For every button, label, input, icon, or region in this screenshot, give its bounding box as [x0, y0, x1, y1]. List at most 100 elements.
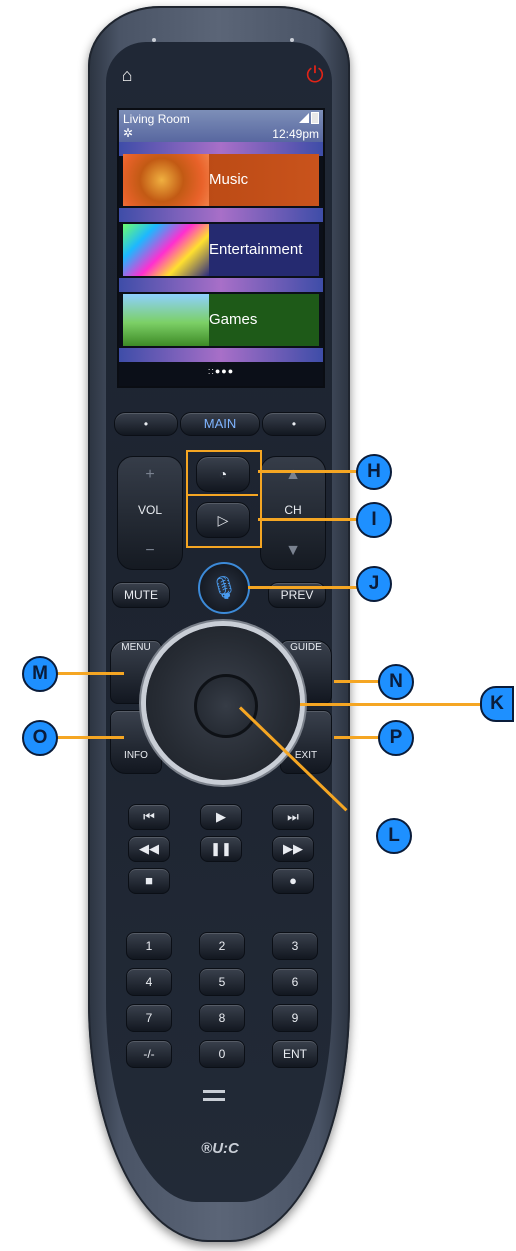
keypad-label: 6	[291, 975, 299, 989]
channel-up-button[interactable]: ▲	[261, 457, 325, 493]
tile-label: Entertainment	[209, 241, 303, 258]
activity-tile-games[interactable]: Games	[123, 294, 319, 346]
record-icon: ●	[289, 873, 297, 888]
prev-label: PREV	[280, 588, 314, 602]
skip-forward-button[interactable]: ⏭	[272, 804, 314, 830]
microphone-icon: 🎙	[210, 575, 238, 600]
callout-badge: H	[356, 454, 392, 490]
entertainment-thumbnail	[123, 224, 209, 276]
keypad-label: 9	[291, 1011, 299, 1025]
room-name: Living Room	[123, 112, 190, 126]
activity-tile-entertainment[interactable]: Entertainment	[123, 224, 319, 276]
activity-tile-music[interactable]: Music	[123, 154, 319, 206]
callout-line-m	[56, 672, 124, 675]
keypad-button[interactable]: 7	[126, 1004, 172, 1032]
speaker-grille	[203, 1090, 225, 1093]
play-icon: ▶	[216, 809, 226, 824]
keypad-label: 1	[145, 939, 153, 953]
callout-line-i	[258, 518, 358, 521]
keypad-label: 0	[218, 1047, 226, 1061]
home-icon[interactable]: ⌂	[116, 64, 138, 86]
music-thumbnail	[123, 154, 209, 206]
keypad-button[interactable]: 1	[126, 932, 172, 960]
exit-label: EXIT	[294, 750, 318, 761]
ir-sensor	[152, 38, 156, 42]
pause-button[interactable]: ❚❚	[200, 836, 242, 862]
left-soft-button[interactable]: •	[114, 412, 178, 436]
voice-button[interactable]: 🎙	[198, 562, 250, 614]
keypad-button[interactable]: 6	[272, 968, 318, 996]
guide-label: GUIDE	[290, 642, 322, 653]
keypad-button[interactable]: ENT	[272, 1040, 318, 1068]
power-icon[interactable]: ⏻	[302, 62, 328, 88]
keypad-button[interactable]: 2	[199, 932, 245, 960]
gauge-button[interactable]: ◔	[196, 456, 250, 492]
keypad-button[interactable]: 9	[272, 1004, 318, 1032]
volume-down-button[interactable]: −	[118, 533, 182, 569]
record-button[interactable]: ●	[272, 868, 314, 894]
games-thumbnail	[123, 294, 209, 346]
touch-screen[interactable]: Living Room ✲ 12:49pm Music Entertainmen…	[117, 108, 325, 388]
callout-badge: I	[356, 502, 392, 538]
play-button[interactable]: ▶	[200, 804, 242, 830]
callout-line-k	[300, 703, 482, 706]
mute-button[interactable]: MUTE	[112, 582, 170, 608]
main-label: MAIN	[203, 416, 237, 431]
decor-band	[119, 278, 323, 292]
mute-label: MUTE	[124, 588, 158, 602]
channel-down-button[interactable]: ▼	[261, 533, 325, 569]
keypad-button[interactable]: 3	[272, 932, 318, 960]
callout-line-j	[248, 586, 358, 589]
keypad-label: 2	[218, 939, 226, 953]
play-circle-button[interactable]: ▷	[196, 502, 250, 538]
keypad-button[interactable]: 4	[126, 968, 172, 996]
keypad-button[interactable]: 0	[199, 1040, 245, 1068]
rewind-button[interactable]: ◀◀	[128, 836, 170, 862]
stop-button[interactable]: ■	[128, 868, 170, 894]
keypad-button[interactable]: 5	[199, 968, 245, 996]
keypad-label: -/-	[143, 1047, 155, 1061]
menu-label: MENU	[121, 642, 151, 653]
skip-back-button[interactable]: ⏮	[128, 804, 170, 830]
fast-forward-icon: ▶▶	[283, 841, 303, 856]
tile-label: Music	[209, 171, 249, 188]
keypad-label: 8	[218, 1011, 226, 1025]
callout-badge: O	[22, 720, 58, 756]
ir-sensor	[290, 38, 294, 42]
play-circle-icon: ▷	[217, 512, 229, 528]
channel-rocker: ▲ CH ▼	[260, 456, 326, 570]
volume-up-button[interactable]: +	[118, 457, 182, 493]
ok-button[interactable]	[194, 674, 258, 738]
callout-line-o	[56, 736, 124, 739]
stop-icon: ■	[145, 873, 153, 888]
keypad-label: ENT	[283, 1047, 307, 1061]
battery-icon	[311, 112, 319, 124]
decor-band	[119, 208, 323, 222]
page-indicator: ::●●●	[207, 366, 235, 376]
keypad-label: 5	[218, 975, 226, 989]
settings-icon[interactable]: ✲	[123, 126, 133, 140]
status-bar: Living Room ✲ 12:49pm	[119, 110, 323, 142]
brand-logo: ®U:C	[201, 1140, 239, 1157]
highlight-divider	[186, 494, 258, 496]
pause-icon: ❚❚	[210, 841, 232, 856]
right-soft-button[interactable]: •	[262, 412, 326, 436]
tile-label: Games	[209, 311, 258, 328]
callout-badge: K	[480, 686, 514, 722]
info-label: INFO	[124, 750, 148, 761]
skip-back-icon: ⏮	[143, 809, 155, 824]
keypad-button[interactable]: 8	[199, 1004, 245, 1032]
keypad-label: 3	[291, 939, 299, 953]
keypad-label: 7	[145, 1011, 153, 1025]
keypad-button[interactable]: -/-	[126, 1040, 172, 1068]
speaker-grille	[203, 1098, 225, 1101]
ch-label: CH	[284, 503, 302, 517]
callout-line-p	[334, 736, 384, 739]
main-button[interactable]: MAIN	[180, 412, 260, 436]
decor-band	[119, 348, 323, 362]
callout-badge: M	[22, 656, 58, 692]
callout-line-n	[334, 680, 384, 683]
fast-forward-button[interactable]: ▶▶	[272, 836, 314, 862]
callout-badge: N	[378, 664, 414, 700]
volume-rocker: + VOL −	[117, 456, 183, 570]
